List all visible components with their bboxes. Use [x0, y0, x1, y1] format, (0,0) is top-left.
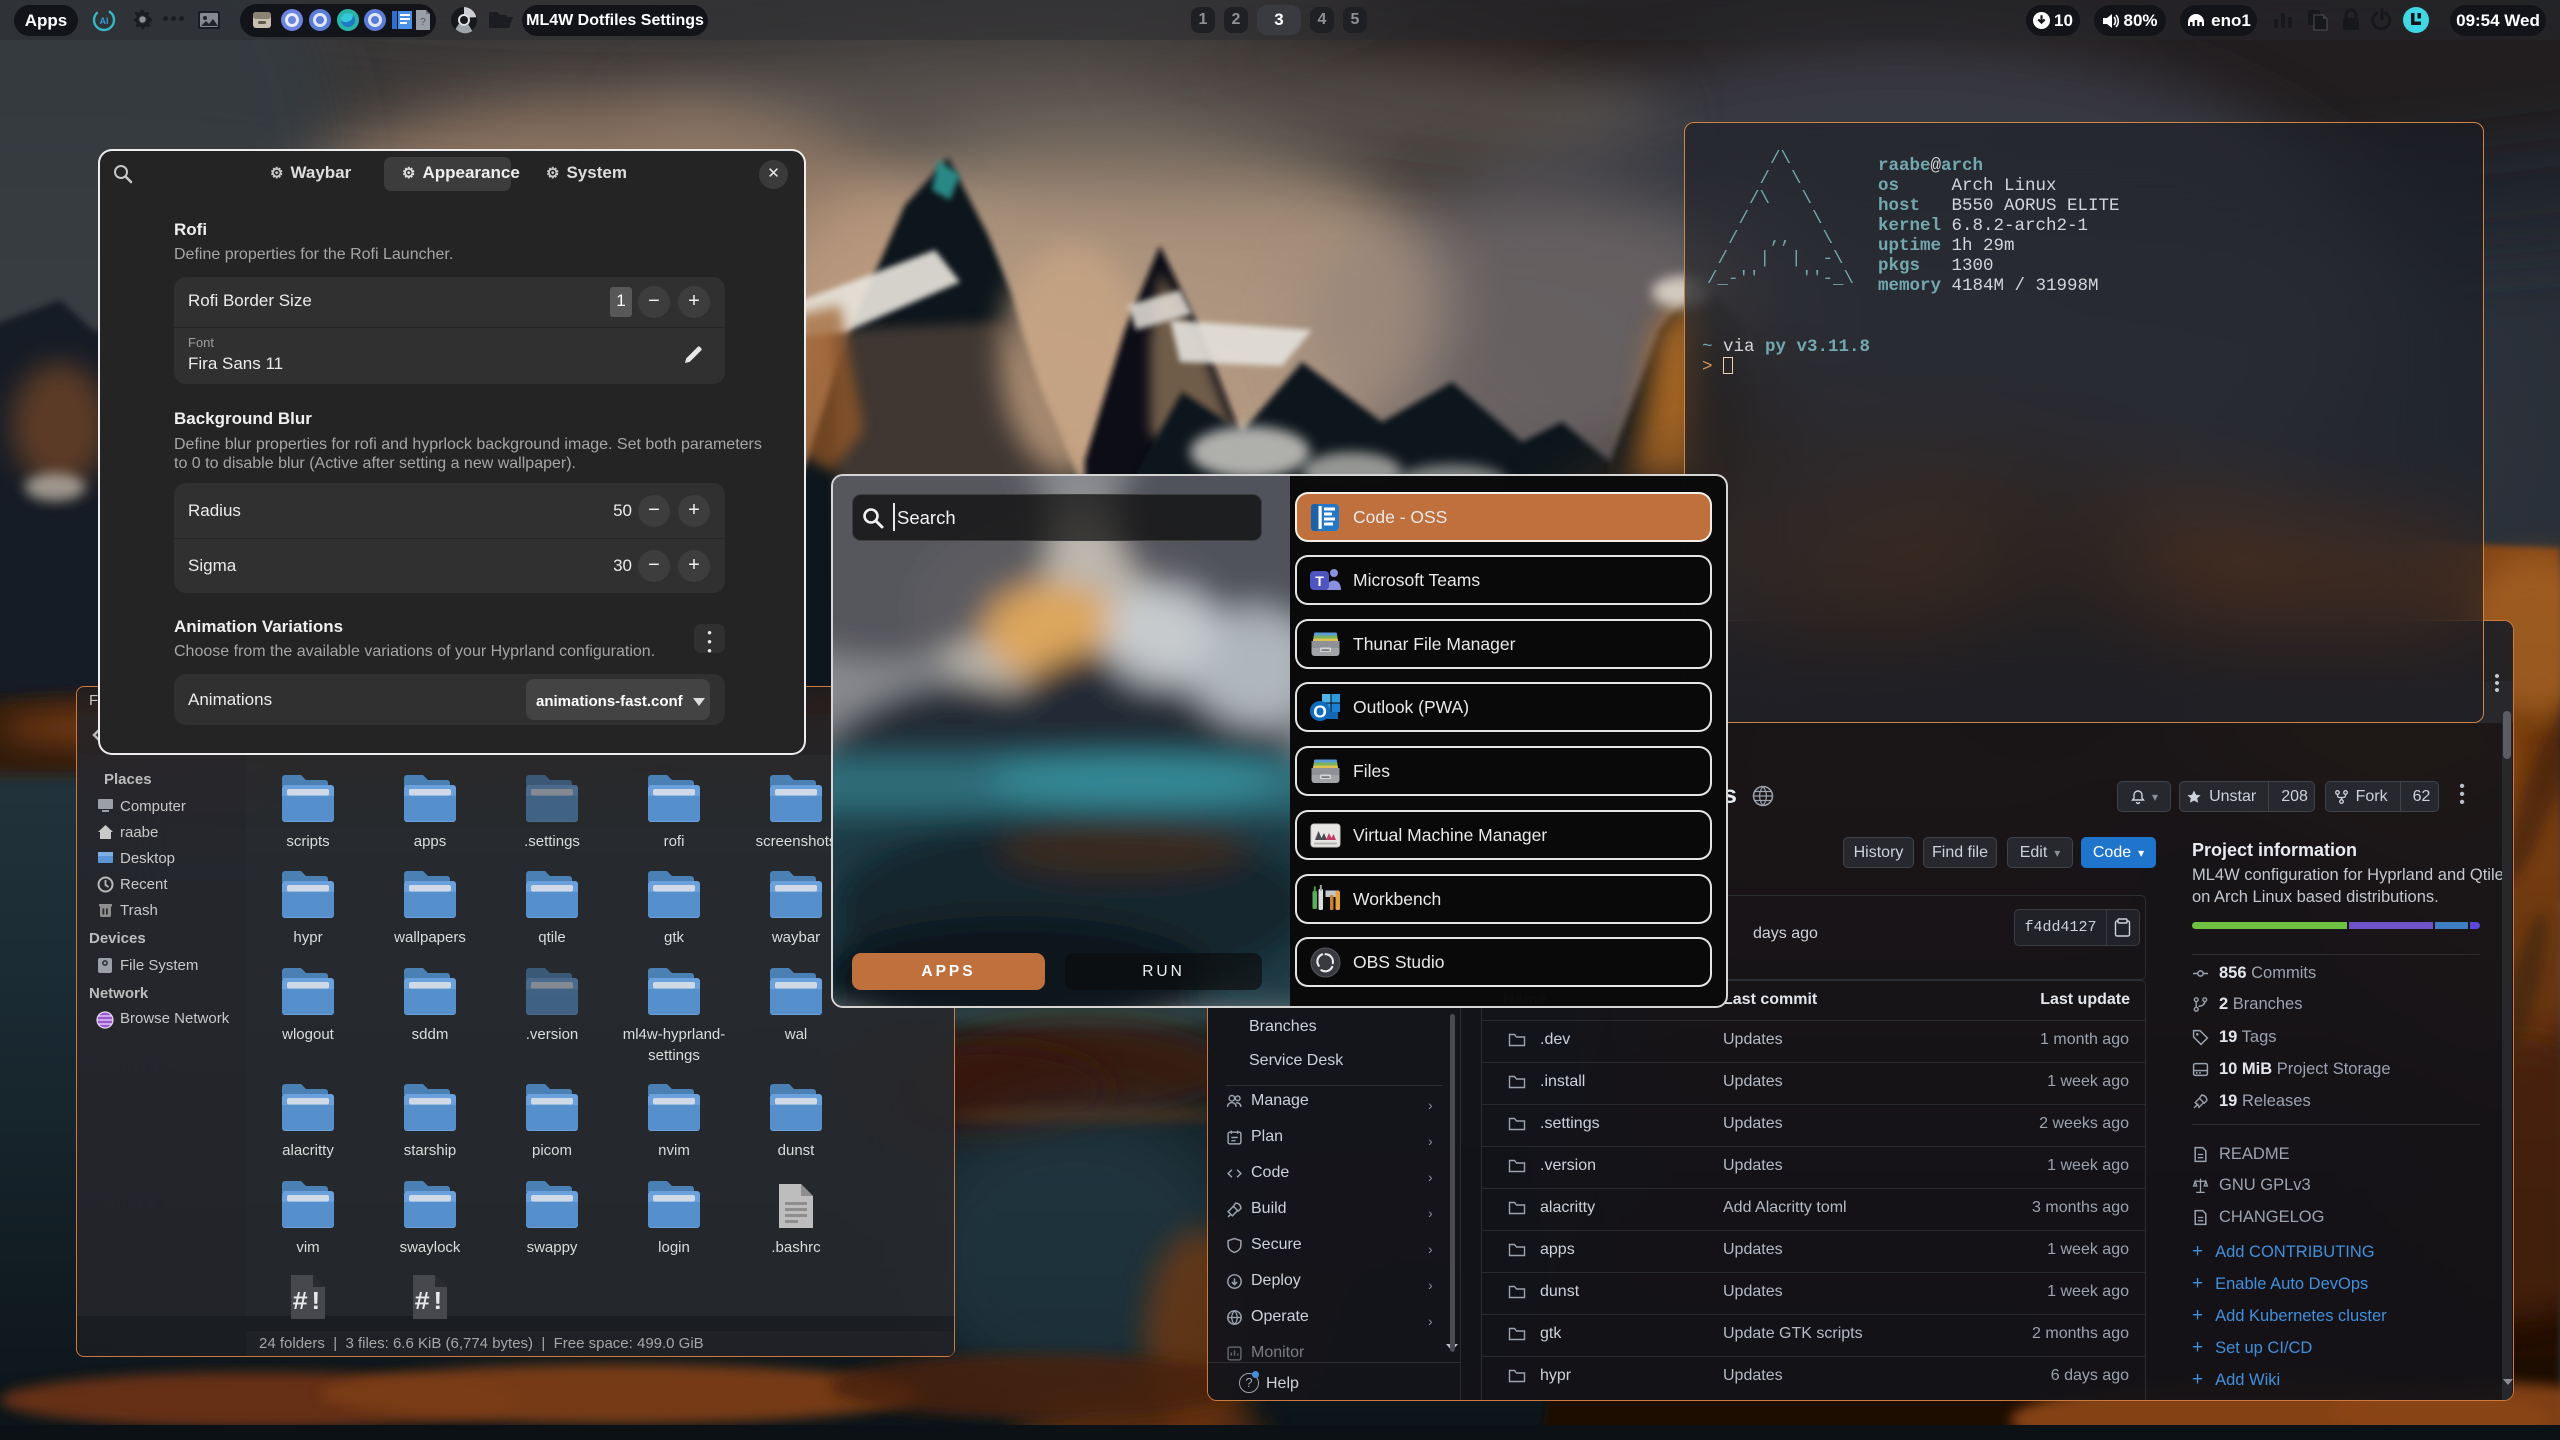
svg-text:vim: vim — [296, 1239, 319, 1256]
svg-text:alacritty: alacritty — [282, 1142, 334, 1159]
svg-text:AI: AI — [100, 16, 109, 26]
svg-text:swaylock: swaylock — [400, 1239, 461, 1256]
svg-text:O: O — [1313, 701, 1327, 721]
svg-text:sddm: sddm — [412, 1026, 449, 1043]
svg-text:hypr: hypr — [293, 929, 322, 946]
svg-text:screenshots: screenshots — [756, 833, 837, 850]
svg-text:starship: starship — [404, 1142, 457, 1159]
svg-text:.settings: .settings — [524, 833, 580, 850]
svg-text:apps: apps — [414, 833, 447, 850]
svg-text:settings: settings — [648, 1047, 700, 1064]
svg-text:ml4w-hyprland-: ml4w-hyprland- — [623, 1026, 726, 1043]
svg-text:.version: .version — [526, 1026, 579, 1043]
svg-text:wal: wal — [784, 1026, 808, 1043]
svg-text:?: ? — [420, 17, 426, 28]
svg-text:swappy: swappy — [527, 1239, 578, 1256]
svg-text:wallpapers: wallpapers — [393, 929, 466, 946]
svg-text:.bashrc: .bashrc — [771, 1239, 821, 1256]
svg-text:dunst: dunst — [778, 1142, 816, 1159]
svg-text:scripts: scripts — [286, 833, 329, 850]
svg-text:qtile: qtile — [538, 929, 566, 946]
svg-text:login: login — [658, 1239, 690, 1256]
svg-text:nvim: nvim — [658, 1142, 690, 1159]
svg-text:waybar: waybar — [771, 929, 820, 946]
svg-text:T: T — [1315, 573, 1324, 589]
svg-text:gtk: gtk — [664, 929, 685, 946]
svg-text:wlogout: wlogout — [281, 1026, 335, 1043]
svg-text:rofi: rofi — [664, 833, 685, 850]
svg-text:picom: picom — [532, 1142, 572, 1159]
